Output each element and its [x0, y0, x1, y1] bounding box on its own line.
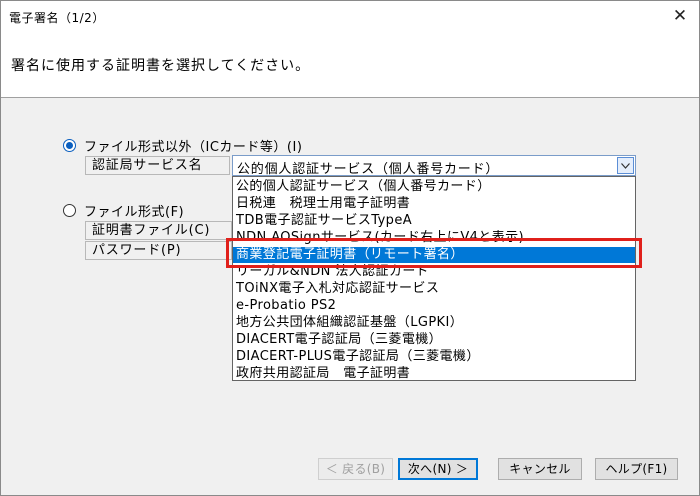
dropdown-item-selected[interactable]: 商業登記電子証明書（リモート署名） — [233, 247, 635, 263]
instruction-header: 署名に使用する証明書を選択してください。 — [1, 31, 699, 98]
dropdown-item[interactable]: NDN AOSignサービス(カード右上にV4と表示) — [233, 230, 635, 246]
dialog-window: 電子署名（1/2） ✕ 署名に使用する証明書を選択してください。 ファイル形式以… — [0, 0, 700, 496]
authority-select[interactable]: 公的個人認証サービス（個人番号カード） — [232, 155, 636, 177]
cert-file-label: 証明書ファイル(C) — [85, 221, 232, 240]
dropdown-item[interactable]: DIACERT-PLUS電子認証局（三菱電機） — [233, 349, 635, 365]
radio-file[interactable]: ファイル形式(F) — [63, 201, 184, 220]
help-button[interactable]: ヘルプ(F1) — [595, 458, 678, 480]
dropdown-item[interactable]: TOiNX電子入札対応認証サービス — [233, 281, 635, 297]
instruction-text: 署名に使用する証明書を選択してください。 — [11, 58, 311, 74]
title-bar: 電子署名（1/2） ✕ — [1, 1, 699, 31]
radio-ic-card-button[interactable] — [63, 139, 76, 152]
dropdown-item[interactable]: リーガル&NDN 法人認証カード — [233, 264, 635, 280]
dropdown-item[interactable]: 政府共用認証局 電子証明書 — [233, 366, 635, 382]
dropdown-item[interactable]: TDB電子認証サービスTypeA — [233, 213, 635, 229]
next-button[interactable]: 次へ(N) ＞ — [398, 458, 478, 480]
authority-label: 認証局サービス名 — [85, 156, 230, 175]
dropdown-item[interactable]: DIACERT電子認証局（三菱電機） — [233, 332, 635, 348]
authority-dropdown-list[interactable]: 公的個人認証サービス（個人番号カード） 日税連 税理士用電子証明書 TDB電子認… — [232, 176, 636, 381]
authority-select-value: 公的個人認証サービス（個人番号カード） — [237, 162, 500, 177]
radio-ic-card[interactable]: ファイル形式以外（ICカード等）(I) — [63, 136, 302, 155]
dropdown-item[interactable]: 地方公共団体組織認証基盤（LGPKI） — [233, 315, 635, 331]
radio-file-label: ファイル形式(F) — [84, 205, 185, 220]
radio-ic-card-label: ファイル形式以外（ICカード等）(I) — [84, 140, 303, 155]
back-button[interactable]: ＜ 戻る(B) — [318, 458, 393, 480]
password-label: パスワード(P) — [85, 241, 232, 260]
close-icon[interactable]: ✕ — [669, 5, 691, 27]
window-title: 電子署名（1/2） — [9, 11, 105, 25]
chevron-down-icon[interactable] — [617, 157, 634, 174]
dropdown-item[interactable]: 公的個人認証サービス（個人番号カード） — [233, 179, 635, 195]
dropdown-item[interactable]: e-Probatio PS2 — [233, 298, 635, 314]
cancel-button[interactable]: キャンセル — [498, 458, 582, 480]
radio-file-button[interactable] — [63, 204, 76, 217]
dropdown-item[interactable]: 日税連 税理士用電子証明書 — [233, 196, 635, 212]
